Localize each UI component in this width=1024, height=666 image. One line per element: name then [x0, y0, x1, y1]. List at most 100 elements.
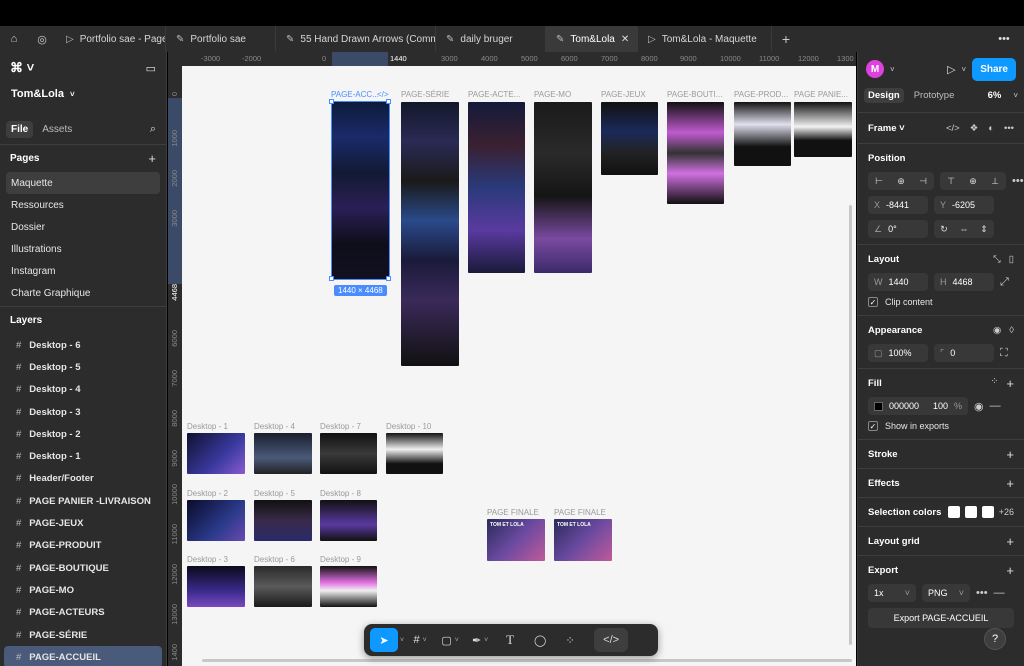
- remove-export-icon[interactable]: —: [994, 587, 1005, 599]
- frame-label[interactable]: Desktop - 1: [187, 422, 228, 431]
- frame-desktop-3[interactable]: [187, 566, 245, 607]
- color-swatch[interactable]: [874, 401, 883, 411]
- flip-horizontal-icon[interactable]: ⇔: [954, 224, 974, 234]
- search-icon[interactable]: ⌕: [150, 123, 156, 136]
- tab-hand-drawn-arrows[interactable]: ✎ 55 Hand Drawn Arrows (Community): [276, 26, 436, 52]
- layer-item[interactable]: # Desktop - 5: [4, 356, 162, 378]
- resize-handle[interactable]: [329, 276, 334, 281]
- frame-label[interactable]: Desktop - 5: [254, 489, 295, 498]
- frame-page-accueil[interactable]: [331, 101, 390, 280]
- rotate-icon[interactable]: ↻: [934, 224, 954, 235]
- frame-label[interactable]: Desktop - 8: [320, 489, 361, 498]
- clip-content-checkbox[interactable]: ✓ Clip content: [868, 297, 1014, 307]
- layer-item[interactable]: # PAGE PANIER -LIVRAISON: [4, 490, 162, 512]
- frame-label[interactable]: Desktop - 4: [254, 422, 295, 431]
- page-item-charte-graphique[interactable]: Charte Graphique: [6, 282, 160, 304]
- layer-item[interactable]: # PAGE-MO: [4, 579, 162, 601]
- globe-icon[interactable]: ◎: [28, 26, 56, 52]
- frame-page-finale-1[interactable]: TOM ET LOLA: [487, 519, 545, 561]
- frame-page-acteurs[interactable]: [468, 102, 525, 273]
- page-item-ressources[interactable]: Ressources: [6, 194, 160, 216]
- expand-corners-icon[interactable]: ⛶: [1000, 347, 1008, 360]
- align-top-icon[interactable]: ⊤: [940, 176, 962, 187]
- frame-label[interactable]: PAGE-SÉRIE: [401, 90, 449, 99]
- frame-page-boutique[interactable]: [667, 102, 724, 204]
- canvas[interactable]: -3000 -2000 0 1440 3000 4000 5000 6000 7…: [168, 52, 856, 666]
- add-export-plus-icon[interactable]: +: [1006, 563, 1014, 578]
- opacity-field[interactable]: ▢ 100%: [868, 344, 928, 362]
- layer-item[interactable]: # PAGE-ACTEURS: [4, 602, 162, 624]
- fill-color-field[interactable]: 000000 100%: [868, 397, 968, 415]
- help-icon[interactable]: ?: [984, 628, 1006, 650]
- align-bottom-icon[interactable]: ⊥: [984, 176, 1006, 187]
- tab-prototype[interactable]: Prototype: [910, 88, 959, 103]
- more-icon[interactable]: •••: [1012, 175, 1024, 187]
- width-field[interactable]: W 1440: [868, 273, 928, 291]
- selection-color-swatch[interactable]: [947, 506, 960, 518]
- frame-page-mo[interactable]: [534, 102, 592, 273]
- resize-handle[interactable]: [329, 99, 334, 104]
- styles-grid-icon[interactable]: ⁘: [990, 376, 998, 391]
- frame-label[interactable]: Desktop - 10: [386, 422, 431, 431]
- page-item-instagram[interactable]: Instagram: [6, 260, 160, 282]
- chevron-down-icon[interactable]: ˅: [400, 637, 404, 644]
- frame-label[interactable]: PAGE-BOUTI...: [667, 90, 722, 99]
- layer-item[interactable]: # PAGE-PRODUIT: [4, 535, 162, 557]
- frame-page-serie[interactable]: [401, 102, 459, 366]
- add-grid-plus-icon[interactable]: +: [1006, 534, 1014, 549]
- frame-label[interactable]: PAGE-MO: [534, 90, 571, 99]
- add-fill-plus-icon[interactable]: +: [1006, 376, 1014, 391]
- frame-desktop-9[interactable]: [320, 566, 377, 607]
- layer-item[interactable]: # PAGE-SÉRIE: [4, 624, 162, 646]
- frame-label[interactable]: Desktop - 2: [187, 489, 228, 498]
- more-icon[interactable]: •••: [984, 26, 1024, 52]
- more-icon[interactable]: •••: [1004, 123, 1014, 134]
- corner-radius-field[interactable]: ⌜ 0: [934, 344, 994, 362]
- frame-label[interactable]: PAGE-ACC...: [331, 90, 379, 99]
- height-field[interactable]: H 4468: [934, 273, 994, 291]
- more-icon[interactable]: •••: [976, 587, 988, 599]
- align-center-h-icon[interactable]: ⊕: [890, 176, 912, 187]
- fit-icon[interactable]: ⤡: [993, 254, 1001, 265]
- rotation-field[interactable]: ∠ 0°: [868, 220, 928, 238]
- project-name[interactable]: Tom&Lola ˅: [0, 84, 166, 104]
- layer-item[interactable]: # Desktop - 3: [4, 401, 162, 423]
- frame-desktop-2[interactable]: [187, 500, 245, 541]
- export-format-select[interactable]: PNG ˅: [922, 584, 970, 602]
- pen-tool[interactable]: ✒ ˅: [466, 628, 494, 652]
- selection-color-swatch[interactable]: [981, 506, 994, 518]
- frame-desktop-8[interactable]: [320, 500, 377, 541]
- y-field[interactable]: Y -6205: [934, 196, 994, 214]
- close-icon[interactable]: ✕: [621, 34, 629, 45]
- frame-page-panier[interactable]: [794, 102, 852, 157]
- figma-menu-icon[interactable]: ⌘ ˅: [10, 60, 34, 76]
- frame-label[interactable]: Desktop - 3: [187, 555, 228, 564]
- page-item-maquette[interactable]: Maquette: [6, 172, 160, 194]
- frame-desktop-4[interactable]: [254, 433, 312, 474]
- sidebar-toggle-icon[interactable]: ▭: [146, 62, 156, 75]
- dev-mode-toggle[interactable]: </>: [594, 628, 629, 652]
- selection-color-swatch[interactable]: [964, 506, 977, 518]
- frame-label[interactable]: PAGE FINALE: [554, 508, 606, 517]
- code-icon[interactable]: </>: [946, 123, 960, 134]
- export-scale-select[interactable]: 1x ˅: [868, 584, 916, 602]
- frame-page-finale-2[interactable]: TOM ET LOLA: [554, 519, 612, 561]
- eye-icon[interactable]: ◉: [993, 325, 1001, 336]
- frame-label[interactable]: Desktop - 6: [254, 555, 295, 564]
- vertical-scrollbar[interactable]: [849, 205, 852, 645]
- tab-tom-lola[interactable]: ✎ Tom&Lola ✕: [546, 26, 638, 52]
- align-right-icon[interactable]: ⊣: [912, 176, 934, 187]
- chevron-down-icon[interactable]: ˅: [962, 65, 967, 74]
- chevron-down-icon[interactable]: ˅: [890, 65, 895, 74]
- share-button[interactable]: Share: [972, 57, 1016, 81]
- eye-icon[interactable]: ◉: [974, 400, 984, 413]
- frame-desktop-1[interactable]: [187, 433, 245, 474]
- remove-fill-icon[interactable]: —: [990, 400, 1001, 412]
- frame-label[interactable]: Desktop - 9: [320, 555, 361, 564]
- page-item-dossier[interactable]: Dossier: [6, 216, 160, 238]
- auto-layout-icon[interactable]: ▯: [1009, 254, 1014, 265]
- horizontal-scrollbar[interactable]: [202, 659, 852, 662]
- align-middle-icon[interactable]: ⊕: [962, 176, 984, 187]
- frame-label[interactable]: PAGE FINALE: [487, 508, 539, 517]
- frame-label[interactable]: PAGE-ACTE...: [468, 90, 520, 99]
